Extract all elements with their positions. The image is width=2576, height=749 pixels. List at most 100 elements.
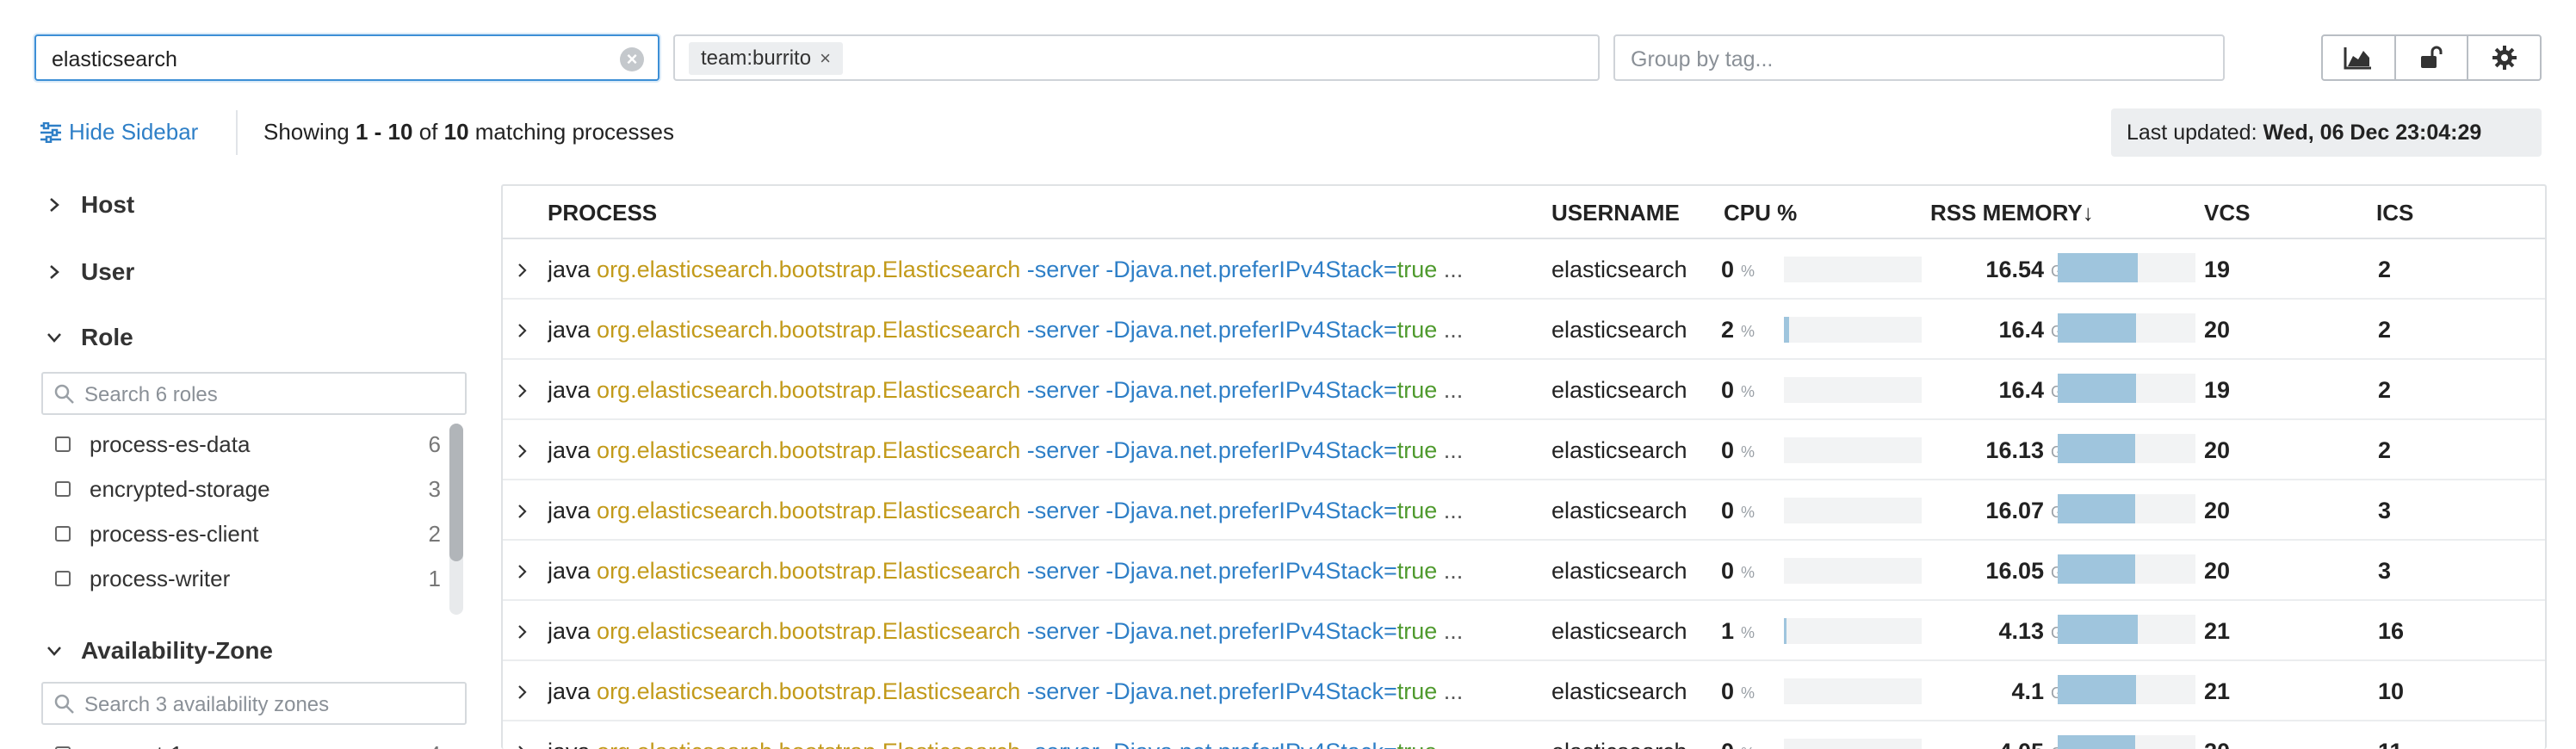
checkbox[interactable]	[55, 526, 71, 542]
column-process[interactable]: PROCESS	[548, 200, 657, 226]
scrollbar-thumb[interactable]	[449, 424, 463, 561]
filter-chip-label: team:burrito	[701, 46, 812, 70]
table-row[interactable]: java org.elasticsearch.bootstrap.Elastic…	[503, 300, 2545, 360]
chevron-right-icon[interactable]	[517, 259, 529, 286]
table-row[interactable]: java org.elasticsearch.bootstrap.Elastic…	[503, 541, 2545, 601]
cmd-ellipsis: ...	[1437, 739, 1464, 749]
last-updated-value: Wed, 06 Dec 23:04:29	[2263, 121, 2482, 145]
memory-bar-fill	[2058, 615, 2138, 644]
cpu-unit: %	[1741, 624, 1756, 641]
hide-sidebar-link[interactable]: Hide Sidebar	[40, 119, 198, 145]
cmd-args: -server -Djava.net.preferIPv4Stack=	[1020, 377, 1397, 403]
settings-button[interactable]	[2468, 36, 2540, 79]
table-row[interactable]: java org.elasticsearch.bootstrap.Elastic…	[503, 239, 2545, 300]
chevron-right-icon[interactable]	[517, 560, 529, 587]
cmd-args: -server -Djava.net.preferIPv4Stack=	[1020, 437, 1397, 463]
remove-chip-icon[interactable]: ×	[820, 47, 831, 69]
column-cpu[interactable]: CPU %	[1724, 200, 1797, 226]
cpu-unit: %	[1741, 504, 1756, 521]
process-command: java org.elasticsearch.bootstrap.Elastic…	[548, 437, 1495, 464]
chevron-right-icon[interactable]	[517, 741, 529, 749]
area-chart-button[interactable]	[2323, 36, 2396, 79]
memory-value: 16.54	[1985, 257, 2044, 282]
gear-icon	[2492, 46, 2517, 70]
cmd-bool: true	[1396, 678, 1438, 704]
az-count: 4	[429, 741, 441, 749]
chevron-right-icon[interactable]	[517, 440, 529, 467]
group-by-input[interactable]: Group by tag...	[1613, 34, 2225, 81]
az-list: us-east-1a 4	[55, 732, 465, 749]
vcs-value: 19	[2204, 377, 2231, 403]
facet-user-label[interactable]: User	[81, 258, 134, 286]
facet-user[interactable]: User	[40, 258, 134, 286]
checkbox[interactable]	[55, 571, 71, 586]
cmd-args: -server -Djava.net.preferIPv4Stack=	[1020, 257, 1397, 282]
memory-value: 16.07	[1985, 498, 2044, 523]
table-row[interactable]: java org.elasticsearch.bootstrap.Elastic…	[503, 661, 2545, 721]
cpu-unit: %	[1741, 443, 1756, 461]
username-cell: elasticsearch	[1551, 678, 1687, 704]
memory-value: 4.1	[2011, 678, 2044, 704]
facet-host-label[interactable]: Host	[81, 191, 134, 219]
list-item[interactable]: process-es-client 2	[55, 511, 465, 556]
table-row[interactable]: java org.elasticsearch.bootstrap.Elastic…	[503, 420, 2545, 480]
ics-value: 16	[2378, 618, 2405, 644]
list-item[interactable]: encrypted-storage 3	[55, 467, 465, 511]
table-row[interactable]: java org.elasticsearch.bootstrap.Elastic…	[503, 480, 2545, 541]
cpu-unit: %	[1741, 684, 1756, 702]
cpu-bar	[1784, 618, 1922, 644]
ics-value: 2	[2378, 257, 2392, 282]
checkbox[interactable]	[55, 436, 71, 452]
list-item[interactable]: process-es-data 6	[55, 422, 465, 467]
process-table: PROCESS USERNAME CPU % RSS MEMORY↓ VCS I…	[501, 184, 2547, 749]
cmd-ellipsis: ...	[1437, 377, 1464, 403]
column-username[interactable]: USERNAME	[1551, 200, 1680, 226]
chevron-right-icon[interactable]	[517, 500, 529, 527]
cmd-bool: true	[1396, 618, 1438, 644]
list-item[interactable]: process-writer 1	[55, 556, 465, 601]
cpu-value: 0	[1720, 377, 1734, 403]
clear-search-icon[interactable]: ×	[620, 47, 644, 71]
tag-filter-input[interactable]: team:burrito ×	[673, 34, 1600, 81]
facet-availability-zone-label[interactable]: Availability-Zone	[81, 637, 273, 665]
cmd-ellipsis: ...	[1437, 437, 1464, 463]
checkbox[interactable]	[55, 481, 71, 497]
table-row[interactable]: java org.elasticsearch.bootstrap.Elastic…	[503, 721, 2545, 749]
cmd-binary: java	[548, 498, 598, 523]
memory-value: 16.4	[1998, 377, 2044, 403]
unlock-button[interactable]	[2396, 36, 2469, 79]
table-row[interactable]: java org.elasticsearch.bootstrap.Elastic…	[503, 360, 2545, 420]
chevron-right-icon[interactable]	[517, 380, 529, 406]
search-input-value[interactable]: elasticsearch	[52, 47, 177, 72]
facet-availability-zone[interactable]: Availability-Zone	[40, 637, 273, 665]
column-rss-memory[interactable]: RSS MEMORY↓	[1930, 200, 2094, 226]
process-command: java org.elasticsearch.bootstrap.Elastic…	[548, 257, 1495, 283]
cmd-binary: java	[548, 618, 598, 644]
cpu-bar-fill	[1784, 618, 1787, 644]
memory-bar-fill	[2058, 434, 2135, 463]
ics-value: 2	[2378, 437, 2392, 463]
facet-host[interactable]: Host	[40, 191, 134, 219]
vcs-value: 20	[2204, 437, 2231, 463]
chevron-right-icon[interactable]	[517, 681, 529, 708]
process-search-input[interactable]: elasticsearch ×	[34, 34, 659, 81]
chevron-right-icon[interactable]	[517, 319, 529, 346]
facet-role-label[interactable]: Role	[81, 324, 133, 351]
facet-role[interactable]: Role	[40, 324, 133, 351]
column-ics[interactable]: ICS	[2376, 200, 2413, 226]
vcs-value: 20	[2204, 498, 2231, 523]
az-search-input[interactable]: Search 3 availability zones	[41, 682, 467, 725]
column-vcs[interactable]: VCS	[2204, 200, 2250, 226]
chevron-right-icon[interactable]	[517, 621, 529, 647]
list-item[interactable]: us-east-1a 4	[55, 732, 465, 749]
top-bar: elasticsearch × team:burrito × Group by t…	[0, 0, 2576, 103]
memory-bar	[2058, 434, 2195, 463]
cmd-class: org.elasticsearch.bootstrap.Elasticsearc…	[597, 377, 1021, 403]
view-toolbar	[2321, 34, 2542, 81]
table-row[interactable]: java org.elasticsearch.bootstrap.Elastic…	[503, 601, 2545, 661]
hide-sidebar-label[interactable]: Hide Sidebar	[69, 119, 198, 145]
role-list-scrollbar[interactable]	[449, 424, 463, 615]
cpu-bar	[1784, 498, 1922, 523]
memory-bar	[2058, 675, 2195, 704]
role-search-input[interactable]: Search 6 roles	[41, 372, 467, 415]
